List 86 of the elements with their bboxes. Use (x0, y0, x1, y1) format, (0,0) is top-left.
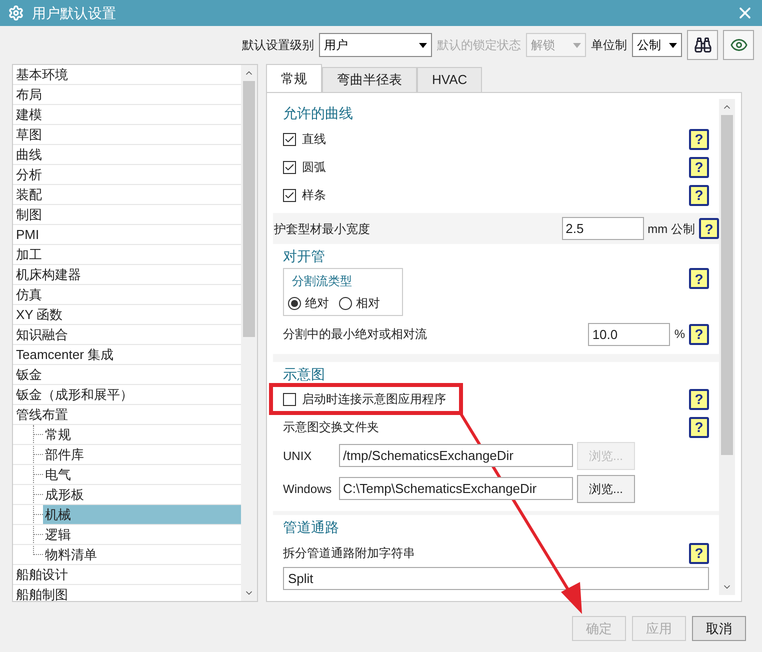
category-item[interactable]: 分析 (13, 165, 241, 184)
help-icon[interactable]: ? (689, 156, 709, 178)
category-item[interactable]: 常规 (43, 425, 241, 444)
caret-icon (669, 42, 677, 48)
category-item[interactable]: Teamcenter 集成 (13, 345, 241, 364)
category-item[interactable]: 草图 (13, 125, 241, 144)
input-field[interactable]: 10.0 (588, 322, 670, 346)
category-item[interactable]: 布局 (13, 85, 241, 104)
tab[interactable]: 常规 (266, 64, 322, 92)
help-icon[interactable]: ? (689, 268, 709, 289)
category-item[interactable]: 部件库 (43, 445, 241, 464)
lock-label: 默认的锁定状态 (437, 37, 521, 54)
category-item[interactable]: XY 函数 (13, 305, 241, 324)
binoculars-icon (694, 36, 712, 54)
tab[interactable]: 弯曲半径表 (322, 67, 417, 92)
dropdown[interactable]: 公制 (632, 33, 682, 57)
help-icon[interactable]: ? (689, 324, 709, 344)
help-icon[interactable]: ? (699, 218, 719, 239)
category-item[interactable]: 制图 (13, 205, 241, 224)
path-label: Windows (283, 480, 333, 498)
category-item[interactable]: 加工 (13, 245, 241, 264)
field-label: 护套型材最小宽度 (274, 220, 371, 238)
category-item[interactable]: 装配 (13, 185, 241, 204)
radio-label: 绝对 (305, 295, 329, 312)
section-title: 管道通路 (283, 518, 340, 537)
category-item[interactable]: 管线布置 (13, 405, 241, 424)
checkbox-label: 直线 (302, 131, 327, 148)
dropdown[interactable]: 用户 (319, 33, 432, 57)
checkbox[interactable] (283, 392, 296, 406)
checkbox[interactable] (283, 160, 296, 174)
unit-text: mm 公制 (648, 220, 695, 238)
unit-label: 单位制 (591, 37, 627, 54)
radio-button[interactable] (288, 296, 301, 310)
category-item[interactable]: 物料清单 (43, 545, 241, 564)
eye-icon (730, 36, 748, 54)
section-title: 对开管 (283, 247, 326, 266)
category-item[interactable]: 船舶制图 (13, 585, 241, 601)
browse-button[interactable]: 浏览... (577, 474, 635, 502)
checkbox-label: 圆弧 (302, 159, 327, 176)
category-item[interactable]: 知识融合 (13, 325, 241, 344)
category-item[interactable]: 仿真 (13, 285, 241, 304)
caret-icon (573, 42, 581, 48)
category-item[interactable]: 逻辑 (43, 525, 241, 544)
category-item[interactable]: 机床构建器 (13, 265, 241, 284)
eye-button[interactable] (723, 30, 754, 60)
checkbox-label: 启动时连接示意图应用程序 (302, 391, 447, 408)
scrollbar[interactable] (719, 99, 735, 595)
section-title: 示意图 (283, 365, 326, 384)
radio-label: 相对 (356, 295, 380, 312)
dialog-button[interactable]: 取消 (692, 616, 746, 641)
level-label: 默认设置级别 (242, 37, 314, 54)
folder-label: 示意图交换文件夹 (283, 419, 380, 436)
category-item[interactable]: 基本环境 (13, 65, 241, 84)
path-label: UNIX (283, 448, 313, 464)
category-item[interactable]: 钣金 (13, 365, 241, 384)
category-item[interactable]: 钣金（成形和展平） (13, 385, 241, 404)
input-field[interactable]: Split (283, 567, 709, 590)
input-field[interactable]: C:\Temp\SchematicsExchangeDir (339, 477, 573, 500)
input-field[interactable]: 2.5 (562, 217, 644, 240)
checkbox-label: 样条 (302, 187, 327, 204)
category-item[interactable]: 船舶设计 (13, 565, 241, 584)
category-item[interactable]: 建模 (13, 105, 241, 124)
help-icon[interactable]: ? (689, 416, 709, 438)
help-icon[interactable]: ? (689, 542, 709, 564)
category-item[interactable]: 电气 (43, 465, 241, 484)
help-icon[interactable]: ? (689, 184, 709, 206)
checkbox[interactable] (283, 188, 296, 202)
binoculars-button[interactable] (687, 30, 718, 60)
group-title: 分割流类型 (291, 273, 353, 290)
field-label: 拆分管道通路附加字符串 (283, 545, 416, 562)
settings-icon (8, 5, 24, 21)
window-title: 用户默认设置 (32, 4, 117, 22)
radio-button[interactable] (339, 296, 352, 310)
field-label: 分割中的最小绝对或相对流 (283, 326, 428, 343)
help-icon[interactable]: ? (689, 128, 709, 150)
caret-icon (419, 42, 427, 48)
unit-text: % (674, 326, 685, 343)
section-title: 允许的曲线 (283, 104, 354, 123)
category-item[interactable]: 机械 (43, 505, 241, 524)
help-icon[interactable]: ? (689, 388, 709, 410)
checkbox[interactable] (283, 132, 296, 146)
category-item[interactable]: PMI (13, 225, 241, 244)
category-item[interactable]: 成形板 (43, 485, 241, 504)
category-item[interactable]: 曲线 (13, 145, 241, 164)
scrollbar[interactable] (241, 65, 257, 601)
tab[interactable]: HVAC (417, 67, 482, 92)
